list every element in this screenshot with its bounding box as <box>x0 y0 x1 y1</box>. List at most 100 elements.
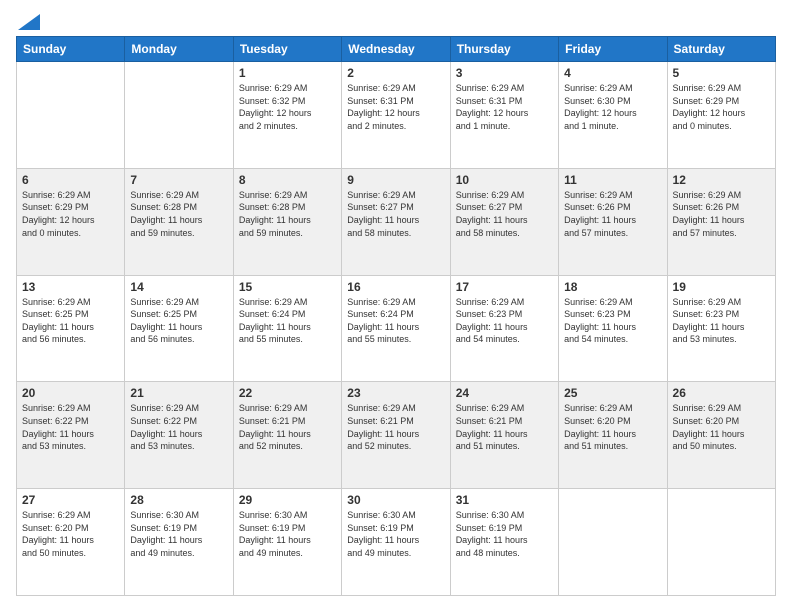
table-row: 18Sunrise: 6:29 AM Sunset: 6:23 PM Dayli… <box>559 275 667 382</box>
day-number: 21 <box>130 386 227 400</box>
table-row: 12Sunrise: 6:29 AM Sunset: 6:26 PM Dayli… <box>667 168 775 275</box>
day-number: 15 <box>239 280 336 294</box>
day-info: Sunrise: 6:30 AM Sunset: 6:19 PM Dayligh… <box>130 509 227 559</box>
table-row: 15 Sunrise: 6:29 AM Sunset: 6:24 PM Dayli… <box>233 275 341 382</box>
day-number: 17 <box>456 280 553 294</box>
table-row: 4 Sunrise: 6:29 AM Sunset: 6:30 PM Daylig… <box>559 62 667 169</box>
day-number: 9 <box>347 173 444 187</box>
calendar-week-row: 27 Sunrise: 6:29 AM Sunset: 6:20 PM Dayli… <box>17 489 776 596</box>
col-wednesday: Wednesday <box>342 37 450 62</box>
table-row: 28 Sunrise: 6:30 AM Sunset: 6:19 PM Dayli… <box>125 489 233 596</box>
table-row: 25 Sunrise: 6:29 AM Sunset: 6:20 PM Dayli… <box>559 382 667 489</box>
day-info: Sunrise: 6:29 AM Sunset: 6:22 PM Dayligh… <box>22 402 119 452</box>
table-row: 17 Sunrise: 6:29 AM Sunset: 6:23 PM Dayli… <box>450 275 558 382</box>
day-number: 3 <box>456 66 553 80</box>
table-row: 5 Sunrise: 6:29 AM Sunset: 6:29 PM Daylig… <box>667 62 775 169</box>
table-row: 24 Sunrise: 6:29 AM Sunset: 6:21 PM Dayli… <box>450 382 558 489</box>
table-row: 9 Sunrise: 6:29 AM Sunset: 6:27 PM Daylig… <box>342 168 450 275</box>
day-number: 13 <box>22 280 119 294</box>
day-number: 14 <box>130 280 227 294</box>
calendar-header-row: Sunday Monday Tuesday Wednesday Thursday… <box>17 37 776 62</box>
table-row: 31 Sunrise: 6:30 AM Sunset: 6:19 PM Dayli… <box>450 489 558 596</box>
table-row: 26 Sunrise: 6:29 AM Sunset: 6:20 PM Dayli… <box>667 382 775 489</box>
day-info: Sunrise: 6:29 AM Sunset: 6:32 PM Dayligh… <box>239 82 336 132</box>
day-info: Sunrise: 6:30 AM Sunset: 6:19 PM Dayligh… <box>456 509 553 559</box>
day-number: 18 <box>564 280 661 294</box>
table-row: 2 Sunrise: 6:29 AM Sunset: 6:31 PM Daylig… <box>342 62 450 169</box>
table-row: 3 Sunrise: 6:29 AM Sunset: 6:31 PM Daylig… <box>450 62 558 169</box>
day-number: 5 <box>673 66 770 80</box>
col-monday: Monday <box>125 37 233 62</box>
day-info: Sunrise: 6:29 AM Sunset: 6:26 PM Dayligh… <box>673 189 770 239</box>
day-info: Sunrise: 6:29 AM Sunset: 6:29 PM Dayligh… <box>673 82 770 132</box>
table-row: 30 Sunrise: 6:30 AM Sunset: 6:19 PM Dayli… <box>342 489 450 596</box>
table-row: 29 Sunrise: 6:30 AM Sunset: 6:19 PM Dayli… <box>233 489 341 596</box>
day-number: 27 <box>22 493 119 507</box>
table-row: 22Sunrise: 6:29 AM Sunset: 6:21 PM Dayli… <box>233 382 341 489</box>
table-row: 1Sunrise: 6:29 AM Sunset: 6:32 PM Daylig… <box>233 62 341 169</box>
col-friday: Friday <box>559 37 667 62</box>
table-row: 20 Sunrise: 6:29 AM Sunset: 6:22 PM Dayli… <box>17 382 125 489</box>
day-info: Sunrise: 6:29 AM Sunset: 6:20 PM Dayligh… <box>564 402 661 452</box>
day-number: 28 <box>130 493 227 507</box>
day-info: Sunrise: 6:29 AM Sunset: 6:25 PM Dayligh… <box>130 296 227 346</box>
table-row: 11 Sunrise: 6:29 AM Sunset: 6:26 PM Dayli… <box>559 168 667 275</box>
table-row: 27 Sunrise: 6:29 AM Sunset: 6:20 PM Dayli… <box>17 489 125 596</box>
table-row <box>17 62 125 169</box>
day-number: 25 <box>564 386 661 400</box>
day-number: 26 <box>673 386 770 400</box>
day-number: 22 <box>239 386 336 400</box>
day-number: 10 <box>456 173 553 187</box>
table-row: 7Sunrise: 6:29 AM Sunset: 6:28 PM Daylig… <box>125 168 233 275</box>
day-number: 8 <box>239 173 336 187</box>
day-number: 2 <box>347 66 444 80</box>
table-row: 6 Sunrise: 6:29 AM Sunset: 6:29 PM Daylig… <box>17 168 125 275</box>
day-info: Sunrise: 6:29 AM Sunset: 6:24 PM Dayligh… <box>347 296 444 346</box>
table-row: 14 Sunrise: 6:29 AM Sunset: 6:25 PM Dayli… <box>125 275 233 382</box>
day-number: 24 <box>456 386 553 400</box>
logo <box>16 16 40 26</box>
day-info: Sunrise: 6:29 AM Sunset: 6:26 PM Dayligh… <box>564 189 661 239</box>
day-info: Sunrise: 6:29 AM Sunset: 6:23 PM Dayligh… <box>673 296 770 346</box>
table-row <box>125 62 233 169</box>
day-number: 20 <box>22 386 119 400</box>
day-info: Sunrise: 6:29 AM Sunset: 6:21 PM Dayligh… <box>347 402 444 452</box>
table-row <box>559 489 667 596</box>
day-number: 19 <box>673 280 770 294</box>
day-info: Sunrise: 6:29 AM Sunset: 6:31 PM Dayligh… <box>347 82 444 132</box>
table-row: 23 Sunrise: 6:29 AM Sunset: 6:21 PM Dayli… <box>342 382 450 489</box>
calendar-week-row: 13 Sunrise: 6:29 AM Sunset: 6:25 PM Dayli… <box>17 275 776 382</box>
header <box>16 16 776 26</box>
day-info: Sunrise: 6:29 AM Sunset: 6:27 PM Dayligh… <box>347 189 444 239</box>
day-info: Sunrise: 6:29 AM Sunset: 6:20 PM Dayligh… <box>22 509 119 559</box>
calendar-week-row: 1Sunrise: 6:29 AM Sunset: 6:32 PM Daylig… <box>17 62 776 169</box>
day-number: 23 <box>347 386 444 400</box>
col-thursday: Thursday <box>450 37 558 62</box>
day-info: Sunrise: 6:30 AM Sunset: 6:19 PM Dayligh… <box>347 509 444 559</box>
day-info: Sunrise: 6:29 AM Sunset: 6:23 PM Dayligh… <box>456 296 553 346</box>
logo-icon <box>18 14 40 30</box>
day-info: Sunrise: 6:29 AM Sunset: 6:22 PM Dayligh… <box>130 402 227 452</box>
table-row: 19 Sunrise: 6:29 AM Sunset: 6:23 PM Dayli… <box>667 275 775 382</box>
day-info: Sunrise: 6:29 AM Sunset: 6:30 PM Dayligh… <box>564 82 661 132</box>
day-info: Sunrise: 6:30 AM Sunset: 6:19 PM Dayligh… <box>239 509 336 559</box>
day-info: Sunrise: 6:29 AM Sunset: 6:28 PM Dayligh… <box>239 189 336 239</box>
day-info: Sunrise: 6:29 AM Sunset: 6:20 PM Dayligh… <box>673 402 770 452</box>
col-sunday: Sunday <box>17 37 125 62</box>
day-info: Sunrise: 6:29 AM Sunset: 6:21 PM Dayligh… <box>456 402 553 452</box>
day-info: Sunrise: 6:29 AM Sunset: 6:24 PM Dayligh… <box>239 296 336 346</box>
day-number: 31 <box>456 493 553 507</box>
day-number: 29 <box>239 493 336 507</box>
table-row: 21 Sunrise: 6:29 AM Sunset: 6:22 PM Dayli… <box>125 382 233 489</box>
day-number: 6 <box>22 173 119 187</box>
day-number: 4 <box>564 66 661 80</box>
table-row: 16Sunrise: 6:29 AM Sunset: 6:24 PM Dayli… <box>342 275 450 382</box>
col-saturday: Saturday <box>667 37 775 62</box>
day-info: Sunrise: 6:29 AM Sunset: 6:25 PM Dayligh… <box>22 296 119 346</box>
day-info: Sunrise: 6:29 AM Sunset: 6:31 PM Dayligh… <box>456 82 553 132</box>
day-info: Sunrise: 6:29 AM Sunset: 6:27 PM Dayligh… <box>456 189 553 239</box>
day-number: 30 <box>347 493 444 507</box>
calendar-week-row: 20 Sunrise: 6:29 AM Sunset: 6:22 PM Dayli… <box>17 382 776 489</box>
day-number: 11 <box>564 173 661 187</box>
day-info: Sunrise: 6:29 AM Sunset: 6:29 PM Dayligh… <box>22 189 119 239</box>
